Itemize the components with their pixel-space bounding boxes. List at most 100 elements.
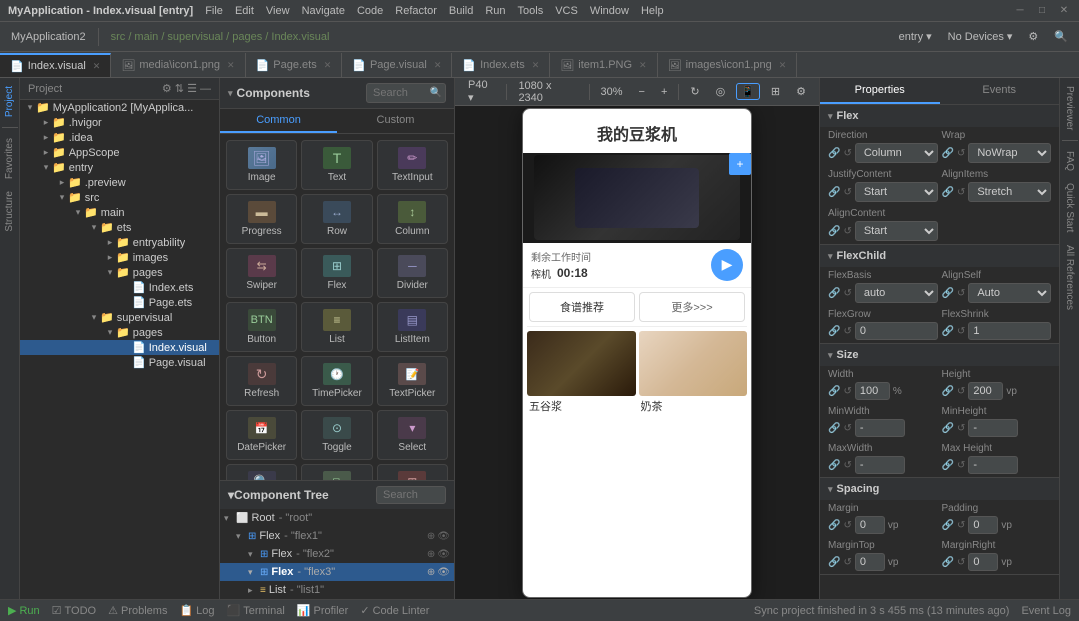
flexshrink-input[interactable]	[968, 322, 1051, 340]
comp-toggle[interactable]: ⊙ Toggle	[301, 410, 372, 460]
maxwidth-input[interactable]	[855, 456, 905, 474]
tree-item-main[interactable]: ▾ 📁 main	[20, 205, 219, 220]
flexbasis-select[interactable]: auto	[855, 283, 938, 303]
comp-timepicker[interactable]: 🕐 TimePicker	[301, 356, 372, 406]
flex1-action2[interactable]: 👁	[437, 531, 450, 542]
comp-tree-flex1[interactable]: ▾ ⊞ Flex - "flex1" ⊕ 👁	[220, 527, 454, 545]
tab-close-index-visual[interactable]: ✕	[93, 61, 101, 72]
flex2-action2[interactable]: 👁	[437, 549, 450, 560]
menu-edit[interactable]: Edit	[235, 5, 254, 17]
tab-index-ets[interactable]: 📄 Index.ets ✕	[452, 53, 550, 77]
devices-dropdown[interactable]: No Devices ▾	[943, 28, 1018, 45]
comp-tree-flex2[interactable]: ▾ ⊞ Flex - "flex2" ⊕ 👁	[220, 545, 454, 563]
tree-item-src[interactable]: ▾ 📁 src	[20, 190, 219, 205]
alignitems-select[interactable]: StretchStartCenter	[968, 182, 1051, 202]
tree-item-ets[interactable]: ▾ 📁 ets	[20, 220, 219, 235]
profiler-button[interactable]: 📊 Profiler	[297, 604, 349, 617]
add-component-button[interactable]: +	[729, 153, 751, 175]
comp-textpicker[interactable]: 📝 TextPicker	[377, 356, 448, 406]
menu-refactor[interactable]: Refactor	[395, 5, 437, 17]
menu-window[interactable]: Window	[590, 5, 629, 17]
preview-mode-button[interactable]: ◎	[711, 83, 731, 100]
comp-tree-root[interactable]: ▾ ⬜ Root - "root"	[220, 509, 454, 527]
comp-text[interactable]: T Text	[301, 140, 372, 190]
tree-item-appscope[interactable]: ▸ 📁 AppScope	[20, 145, 219, 160]
prop-tab-events[interactable]: Events	[940, 78, 1060, 104]
tab-close-page-ets[interactable]: ✕	[324, 60, 332, 71]
prop-tab-properties[interactable]: Properties	[820, 78, 940, 104]
prop-section-spacing-header[interactable]: ▾ Spacing	[820, 478, 1059, 500]
comp-image[interactable]: 🖼 Image	[226, 140, 297, 190]
code-linter-button[interactable]: ✓ Code Linter	[360, 604, 429, 617]
height-input[interactable]	[968, 382, 1003, 400]
width-input[interactable]	[855, 382, 890, 400]
todo-button[interactable]: ☑ TODO	[52, 604, 96, 617]
menu-help[interactable]: Help	[641, 5, 664, 17]
tab-close-item1[interactable]: ✕	[639, 60, 647, 71]
terminal-button[interactable]: ⬛ Terminal	[227, 604, 285, 617]
flex3-action1[interactable]: ⊕	[427, 567, 435, 578]
comp-button[interactable]: BTN Button	[226, 302, 297, 352]
comp-griditem[interactable]: ⊞ GridItem	[377, 464, 448, 480]
margintop-input[interactable]	[855, 553, 885, 571]
tree-item-entryability[interactable]: ▸ 📁 entryability	[20, 235, 219, 250]
tree-item-hvigor[interactable]: ▸ 📁 .hvigor	[20, 115, 219, 130]
aligncontent-select[interactable]: StartCenter	[855, 221, 938, 241]
tree-item-myapp2[interactable]: ▾ 📁 MyApplication2 [MyApplica...	[20, 100, 219, 115]
tree-item-pages-visual[interactable]: ▾ 📁 pages	[20, 325, 219, 340]
zoom-in-button[interactable]: +	[656, 84, 672, 100]
components-tab-common[interactable]: Common	[220, 109, 337, 133]
padding-input[interactable]	[968, 516, 998, 534]
quick-start-panel-toggle[interactable]: Quick Start	[1062, 179, 1077, 236]
settings-preview-button[interactable]: ⚙	[791, 83, 811, 100]
zoom-control[interactable]: 30%	[595, 84, 627, 100]
faq-panel-toggle[interactable]: FAQ	[1062, 147, 1077, 175]
run-button[interactable]: ▶ Run	[8, 604, 40, 617]
tab-close-media[interactable]: ✕	[227, 60, 235, 71]
tab-close-index-ets[interactable]: ✕	[532, 60, 540, 71]
tree-item-idea[interactable]: ▸ 📁 .idea	[20, 130, 219, 145]
event-log-button[interactable]: Event Log	[1021, 605, 1071, 617]
search-everywhere-button[interactable]: 🔍	[1049, 28, 1073, 45]
food-rec-btn[interactable]: 食谱推荐	[529, 292, 635, 322]
tab-close-page-visual[interactable]: ✕	[434, 60, 442, 71]
justify-select[interactable]: StartCenterEnd	[855, 182, 938, 202]
project-name[interactable]: MyApplication2	[6, 29, 91, 45]
favorites-panel-toggle[interactable]: Favorites	[2, 134, 17, 183]
comp-search[interactable]: 🔍 Search	[226, 464, 297, 480]
comp-list[interactable]: ≡ List	[301, 302, 372, 352]
all-references-panel-toggle[interactable]: All References	[1062, 241, 1077, 314]
prop-section-flexchild-header[interactable]: ▾ FlexChild	[820, 245, 1059, 267]
tree-item-index-visual[interactable]: 📄 Index.visual	[20, 340, 219, 355]
flex2-action1[interactable]: ⊕	[427, 549, 435, 560]
menu-vcs[interactable]: VCS	[555, 5, 578, 17]
comp-textinput[interactable]: ✏ TextInput	[377, 140, 448, 190]
comp-datepicker[interactable]: 📅 DatePicker	[226, 410, 297, 460]
menu-file[interactable]: File	[205, 5, 223, 17]
tree-item-page-ets[interactable]: 📄 Page.ets	[20, 295, 219, 310]
alignself-select[interactable]: Auto	[968, 283, 1051, 303]
flex1-action1[interactable]: ⊕	[427, 531, 435, 542]
comp-column[interactable]: ↕ Column	[377, 194, 448, 244]
close-button[interactable]: ✕	[1057, 4, 1071, 18]
prop-section-flex-header[interactable]: ▾ Flex	[820, 105, 1059, 127]
structure-panel-toggle[interactable]: Structure	[2, 187, 17, 236]
wrap-select[interactable]: NoWrapWrap	[968, 143, 1051, 163]
previewer-panel-toggle[interactable]: Previewer	[1062, 82, 1077, 134]
more-btn[interactable]: 更多>>>	[639, 292, 745, 322]
comp-divider[interactable]: ─ Divider	[377, 248, 448, 298]
entry-dropdown[interactable]: entry ▾	[894, 28, 937, 45]
comp-flex[interactable]: ⊞ Flex	[301, 248, 372, 298]
margin-input[interactable]	[855, 516, 885, 534]
minimize-button[interactable]: ─	[1013, 4, 1027, 18]
minwidth-input[interactable]	[855, 419, 905, 437]
log-button[interactable]: 📋 Log	[179, 604, 214, 617]
layout-button[interactable]: ⊞	[766, 83, 785, 100]
menu-navigate[interactable]: Navigate	[302, 5, 345, 17]
settings-button[interactable]: ⚙	[1023, 28, 1043, 45]
menu-view[interactable]: View	[266, 5, 290, 17]
tree-item-pages-ets[interactable]: ▾ 📁 pages	[20, 265, 219, 280]
flex3-action2[interactable]: 👁	[437, 567, 450, 578]
comp-swiper[interactable]: ⇆ Swiper	[226, 248, 297, 298]
marginright-input[interactable]	[968, 553, 998, 571]
